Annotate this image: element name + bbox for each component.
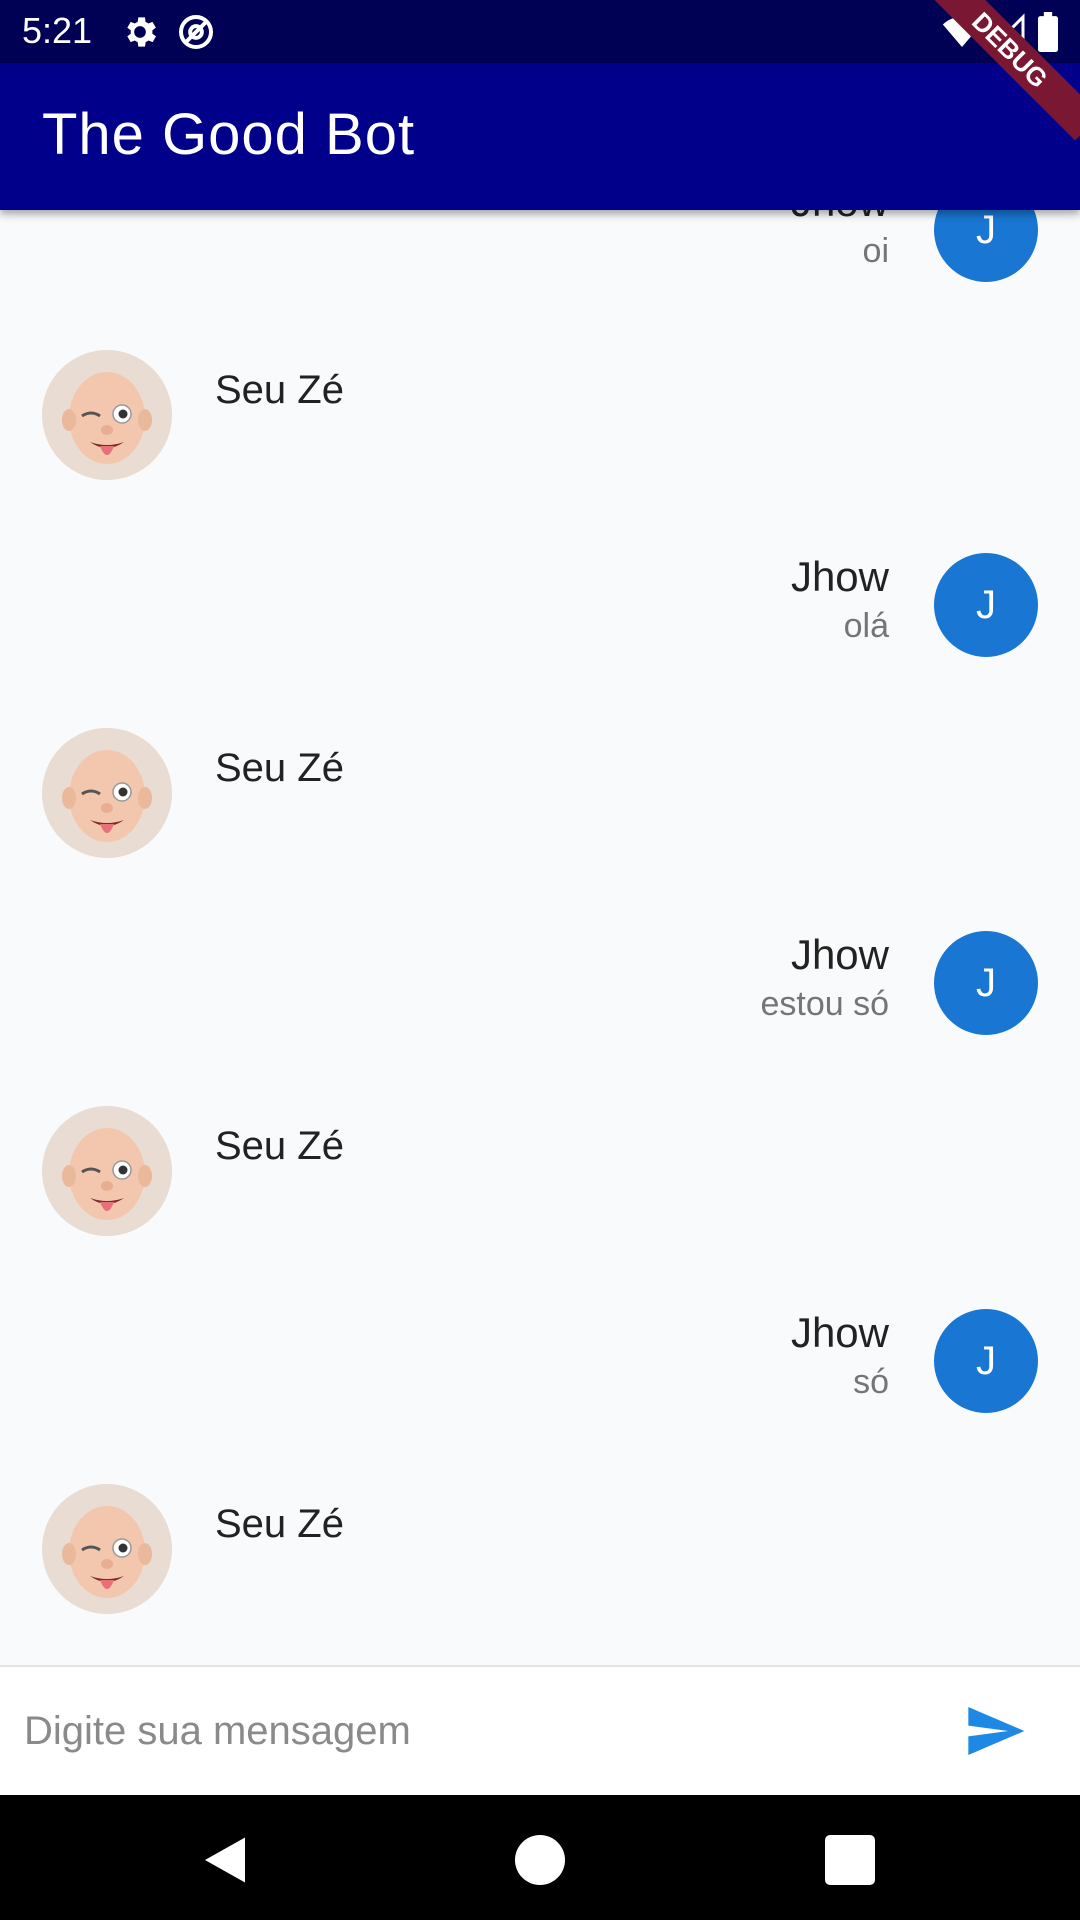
avatar: J bbox=[934, 210, 1038, 282]
status-bar: 5:21 bbox=[0, 0, 1080, 63]
memoji-face-icon bbox=[42, 728, 172, 858]
memoji-face-icon bbox=[42, 1106, 172, 1236]
app-bar: The Good Bot bbox=[0, 63, 1080, 210]
avatar bbox=[42, 728, 172, 858]
sender-name: Seu Zé bbox=[215, 1124, 344, 1168]
avatar bbox=[42, 1106, 172, 1236]
memoji-face-icon bbox=[42, 350, 172, 480]
bot-message: Seu Zé bbox=[0, 1484, 1080, 1614]
message-text: oi bbox=[862, 232, 889, 270]
avatar: J bbox=[934, 553, 1038, 657]
avatar: J bbox=[934, 931, 1038, 1035]
sender-name: Jhow bbox=[790, 1309, 889, 1356]
bot-message: Seu Zé bbox=[0, 1106, 1080, 1236]
sender-name: Jhow bbox=[790, 553, 889, 600]
message-composer bbox=[0, 1665, 1080, 1797]
gear-icon bbox=[127, 17, 156, 47]
avatar: J bbox=[934, 1309, 1038, 1413]
sender-name: Seu Zé bbox=[215, 368, 344, 412]
memoji-face-icon bbox=[42, 1484, 172, 1614]
status-time: 5:21 bbox=[22, 10, 93, 51]
home-icon[interactable] bbox=[510, 1830, 570, 1890]
message-input[interactable] bbox=[22, 1695, 906, 1767]
send-icon[interactable] bbox=[960, 1699, 1030, 1763]
user-message: Jhow olá J bbox=[0, 553, 1080, 683]
message-text: estou só bbox=[760, 985, 889, 1023]
sender-name: Jhow bbox=[790, 931, 889, 978]
bot-message: Seu Zé bbox=[0, 728, 1080, 858]
avatar bbox=[42, 1484, 172, 1614]
user-message: Jhow só J bbox=[0, 1309, 1080, 1439]
app-title: The Good Bot bbox=[42, 102, 416, 167]
chat-list[interactable]: JhowoiJSeu ZéJhowoláJSeu ZéJhowestou sóJ… bbox=[0, 210, 1080, 1665]
sender-name: Seu Zé bbox=[215, 746, 344, 790]
battery-icon bbox=[1038, 12, 1058, 52]
avatar bbox=[42, 350, 172, 480]
sender-name: Seu Zé bbox=[215, 1502, 344, 1546]
user-message: Jhow estou só J bbox=[0, 931, 1080, 1061]
navigation-bar bbox=[0, 1795, 1080, 1920]
message-text: só bbox=[853, 1363, 889, 1401]
sender-name: Jhow bbox=[791, 210, 889, 226]
back-icon[interactable] bbox=[195, 1830, 255, 1890]
recents-icon[interactable] bbox=[820, 1830, 880, 1890]
message-text: olá bbox=[843, 607, 889, 645]
at-sign-icon bbox=[179, 15, 213, 49]
user-message: Jhow oi J bbox=[0, 210, 1080, 308]
bot-message: Seu Zé bbox=[0, 350, 1080, 480]
